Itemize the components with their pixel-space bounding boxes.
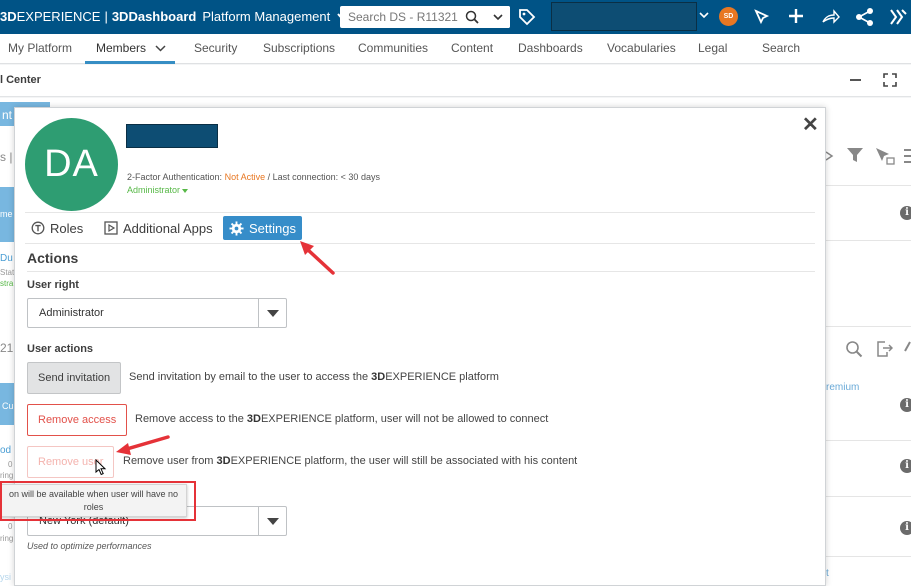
- annotation-arrows: [116, 241, 335, 455]
- arrow-to-remove-user: [116, 435, 170, 455]
- mouse-cursor-icon: [95, 459, 107, 476]
- arrow-to-settings: [300, 241, 335, 275]
